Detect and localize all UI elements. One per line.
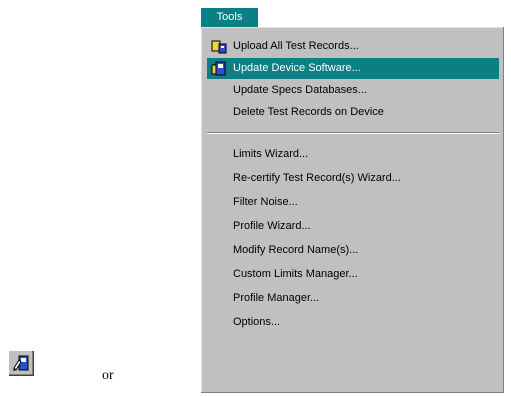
menu-item-label: Modify Record Name(s)...: [233, 244, 359, 256]
menu-item-label: Profile Manager...: [233, 292, 320, 304]
menu-item-update-specs-databases[interactable]: Update Specs Databases...: [207, 80, 499, 101]
menu-item-modify-record-names[interactable]: Modify Record Name(s)...: [207, 240, 499, 261]
update-device-software-icon: [12, 354, 30, 377]
menu-item-label: Options...: [233, 316, 281, 328]
menu-item-label: Custom Limits Manager...: [233, 268, 358, 280]
menu-item-profile-wizard[interactable]: Profile Wizard...: [207, 216, 499, 237]
menu-item-upload-all-test-records[interactable]: Upload All Test Records...: [207, 36, 499, 57]
menu-item-label: Update Device Software...: [233, 62, 361, 74]
menu-item-label: Profile Wizard...: [233, 220, 311, 232]
menu-item-profile-manager[interactable]: Profile Manager...: [207, 288, 499, 309]
menu-item-update-device-software[interactable]: Update Device Software...: [207, 58, 499, 79]
menu-item-label: Filter Noise...: [233, 196, 298, 208]
update-device-icon: [211, 61, 227, 76]
upload-icon: [211, 39, 227, 54]
menu-item-recertify-wizard[interactable]: Re-certify Test Record(s) Wizard...: [207, 168, 499, 189]
menu-item-filter-noise[interactable]: Filter Noise...: [207, 192, 499, 213]
tools-menu: Upload All Test Records... Update Device…: [201, 27, 504, 393]
or-text: or: [102, 368, 114, 383]
menu-separator: [207, 132, 499, 134]
menu-item-label: Re-certify Test Record(s) Wizard...: [233, 172, 401, 184]
menu-item-delete-test-records[interactable]: Delete Test Records on Device: [207, 102, 499, 123]
menu-item-label: Update Specs Databases...: [233, 84, 367, 96]
menu-item-limits-wizard[interactable]: Limits Wizard...: [207, 144, 499, 165]
menu-item-label: Delete Test Records on Device: [233, 106, 384, 118]
update-device-software-toolbar-button[interactable]: [8, 350, 34, 376]
menu-item-label: Upload All Test Records...: [233, 40, 359, 52]
menu-item-options[interactable]: Options...: [207, 312, 499, 333]
menu-item-custom-limits-manager[interactable]: Custom Limits Manager...: [207, 264, 499, 285]
menu-item-label: Limits Wizard...: [233, 148, 309, 160]
tools-menu-title[interactable]: Tools: [201, 8, 258, 27]
